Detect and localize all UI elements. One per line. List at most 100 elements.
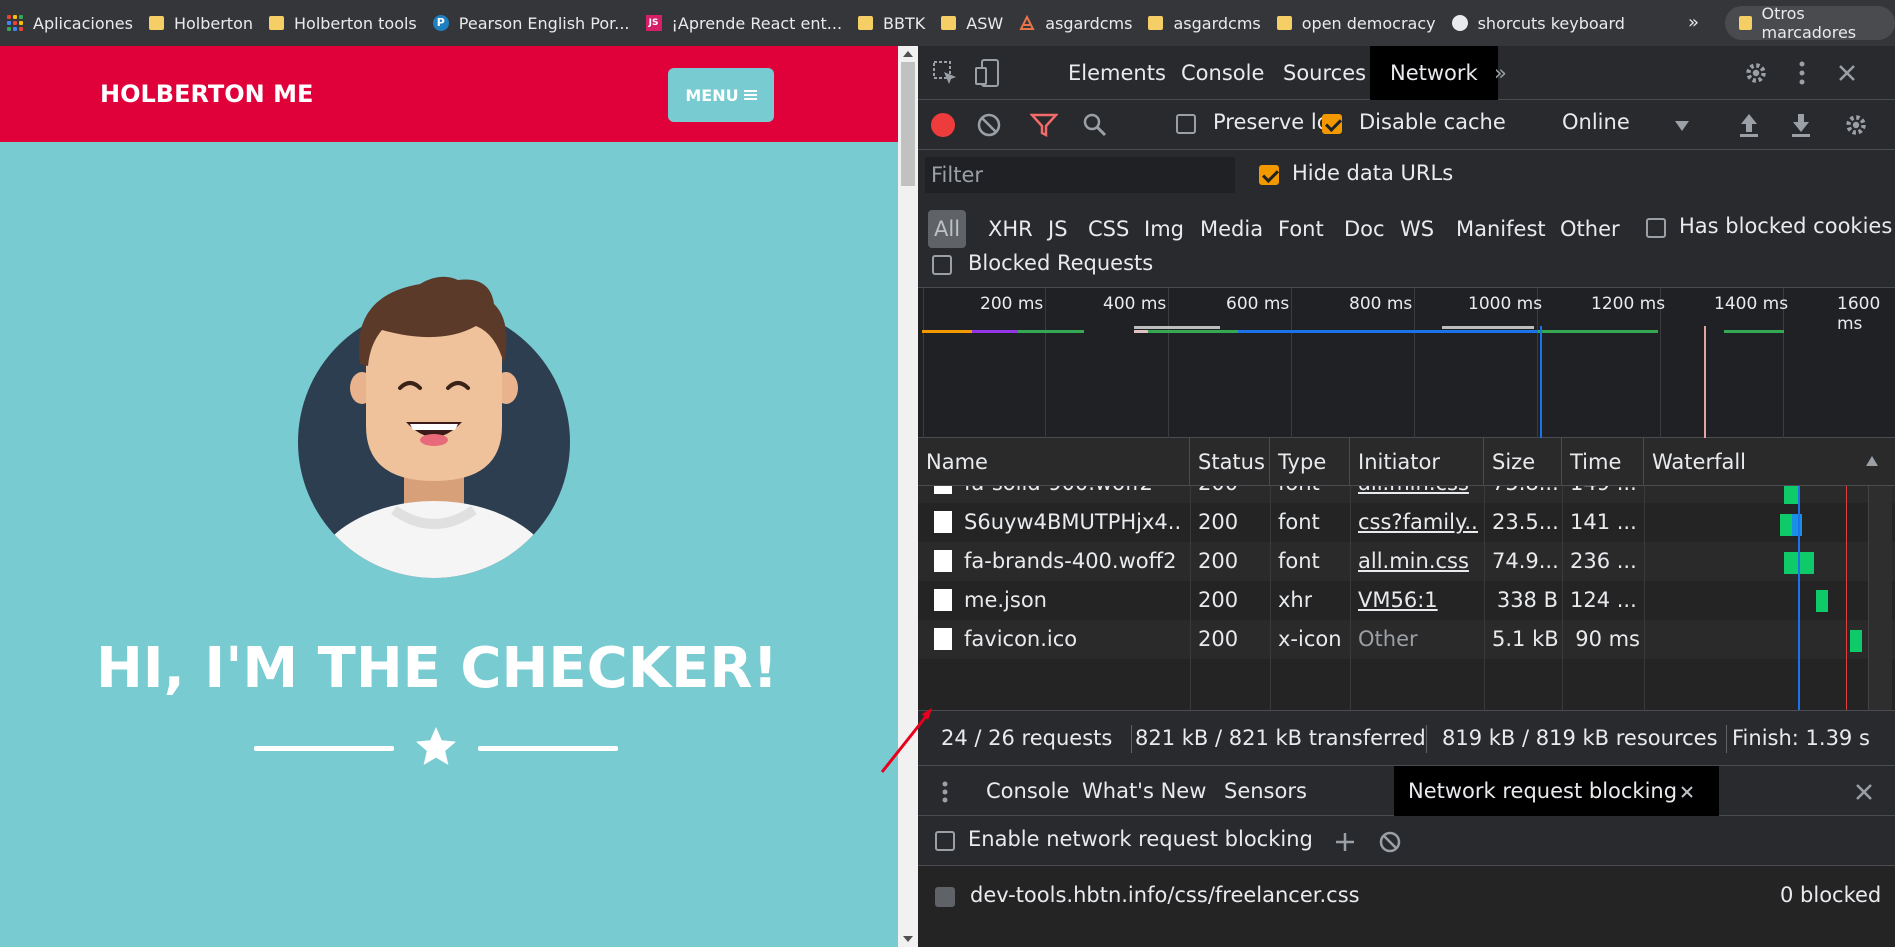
apps-grid-icon: [7, 15, 23, 31]
network-settings-icon[interactable]: [1843, 112, 1869, 138]
chevron-down-icon[interactable]: [1674, 120, 1690, 132]
close-devtools-icon[interactable]: [1837, 63, 1857, 83]
globe-icon: [1451, 15, 1468, 31]
close-drawer-icon[interactable]: [1855, 783, 1873, 801]
transferred-size: 821 kB / 821 kB transferred: [1135, 726, 1426, 750]
bookmark-apps[interactable]: Aplicaciones: [0, 0, 142, 46]
type-filter-all[interactable]: All: [928, 210, 967, 248]
bookmark-asgardcms-folder[interactable]: asgardcms: [1141, 0, 1269, 46]
type-filter-js[interactable]: JS: [1046, 210, 1070, 248]
type-filter-media[interactable]: Media: [1198, 210, 1265, 248]
column-header-initiator[interactable]: Initiator: [1350, 438, 1484, 486]
type-filter-xhr[interactable]: XHR: [986, 210, 1035, 248]
page-scrollbar[interactable]: [898, 46, 918, 947]
type-filter-font[interactable]: Font: [1276, 210, 1326, 248]
type-filter-other[interactable]: Other: [1558, 210, 1622, 248]
bookmark-open-democracy[interactable]: open democracy: [1270, 0, 1445, 46]
type-filter-manifest[interactable]: Manifest: [1454, 210, 1548, 248]
close-tab-icon[interactable]: [1680, 785, 1694, 799]
more-options-icon[interactable]: [1798, 60, 1806, 86]
remove-all-patterns-icon[interactable]: [1378, 830, 1402, 854]
pattern-enabled-checkbox[interactable]: [935, 887, 955, 907]
request-initiator-link[interactable]: all.min.css: [1358, 486, 1478, 503]
drawer-tab-whats-new[interactable]: What's New: [1068, 766, 1220, 816]
table-row[interactable]: favicon.ico 200 x-icon Other 5.1 kB 90 m…: [918, 620, 1895, 659]
drawer-tab-console[interactable]: Console: [972, 766, 1083, 816]
enable-blocking-checkbox[interactable]: [935, 831, 955, 851]
other-bookmarks-button[interactable]: Otros marcadores: [1725, 4, 1895, 42]
add-pattern-icon[interactable]: [1334, 831, 1356, 853]
bookmark-holberton[interactable]: Holberton: [142, 0, 262, 46]
bookmark-bbtk[interactable]: BBTK: [851, 0, 934, 46]
drawer-tab-sensors[interactable]: Sensors: [1210, 766, 1321, 816]
blocked-pattern-row[interactable]: dev-tools.hbtn.info/css/freelancer.css 0…: [918, 866, 1895, 926]
type-filter-doc[interactable]: Doc: [1342, 210, 1387, 248]
column-header-size[interactable]: Size: [1484, 438, 1562, 486]
request-size: 338 B: [1496, 588, 1558, 612]
js-icon: JS: [645, 15, 662, 31]
bookmark-shortcuts-keyboard[interactable]: shorcuts keyboard: [1445, 0, 1634, 46]
file-icon: [934, 550, 952, 572]
search-icon[interactable]: [1082, 112, 1108, 138]
clear-icon[interactable]: [976, 112, 1002, 138]
scroll-up-arrow-icon[interactable]: [903, 51, 913, 57]
settings-gear-icon[interactable]: [1743, 60, 1769, 86]
tab-sources[interactable]: Sources: [1263, 46, 1386, 100]
type-filter-ws[interactable]: WS: [1398, 210, 1436, 248]
bookmark-label: ASW: [966, 13, 1004, 33]
drawer-tab-network-request-blocking[interactable]: Network request blocking: [1394, 766, 1720, 816]
type-filter-css[interactable]: CSS: [1086, 210, 1131, 248]
drawer-menu-icon[interactable]: [941, 780, 949, 804]
table-row[interactable]: me.json 200 xhr VM56:1 338 B 124 ...: [918, 581, 1895, 620]
network-overview-timeline[interactable]: 200 ms 400 ms 600 ms 800 ms 1000 ms 1200…: [918, 288, 1895, 438]
column-header-type[interactable]: Type: [1270, 438, 1350, 486]
bookmark-asw[interactable]: ASW: [934, 0, 1012, 46]
table-row[interactable]: fa-solid-900.woff2 200 font all.min.css …: [918, 486, 1895, 503]
disable-cache-checkbox[interactable]: [1322, 114, 1342, 134]
record-icon[interactable]: [930, 112, 956, 138]
bookmark-asgardcms-link[interactable]: asgardcms: [1012, 0, 1141, 46]
request-initiator-link[interactable]: VM56:1: [1358, 581, 1478, 620]
blocked-requests-label: Blocked Requests: [968, 251, 1154, 275]
preserve-log-checkbox[interactable]: [1176, 114, 1196, 134]
request-status: 200: [1198, 588, 1239, 612]
site-brand[interactable]: HOLBERTON ME: [100, 80, 313, 108]
has-blocked-cookies-label: Has blocked cookies: [1679, 214, 1893, 238]
request-name: fa-brands-400.woff2: [964, 549, 1177, 573]
hide-data-urls-checkbox[interactable]: [1259, 165, 1279, 185]
table-row[interactable]: S6uyw4BMUTPHjx4... 200 font css?family..…: [918, 503, 1895, 542]
column-header-time[interactable]: Time: [1562, 438, 1644, 486]
sort-ascending-icon[interactable]: [1865, 455, 1879, 467]
hide-data-urls-label: Hide data URLs: [1292, 161, 1454, 185]
device-toolbar-icon[interactable]: [974, 58, 1000, 88]
has-blocked-cookies-checkbox[interactable]: [1646, 218, 1666, 238]
more-tabs-button[interactable]: »: [1474, 46, 1527, 100]
bookmark-pearson[interactable]: P Pearson English Por...: [426, 0, 639, 46]
filter-input[interactable]: Filter: [925, 157, 1235, 193]
bookmarks-overflow-button[interactable]: »: [1688, 12, 1699, 33]
request-time: 149 ...: [1570, 486, 1640, 503]
request-size: 5.1 kB: [1492, 627, 1558, 651]
throttling-select[interactable]: Online: [1562, 110, 1630, 134]
column-header-waterfall[interactable]: Waterfall: [1644, 438, 1895, 486]
table-scrollbar[interactable]: [1868, 486, 1892, 710]
menu-button[interactable]: MENU: [668, 68, 774, 122]
other-bookmarks-label: Otros marcadores: [1761, 4, 1857, 42]
blocked-requests-checkbox[interactable]: [932, 255, 952, 275]
filter-icon[interactable]: [1030, 112, 1058, 138]
type-filter-img[interactable]: Img: [1142, 210, 1186, 248]
scroll-thumb[interactable]: [901, 62, 915, 186]
folder-icon: [858, 16, 874, 30]
bookmark-aprende-react[interactable]: JS ¡Aprende React ent...: [639, 0, 852, 46]
bookmark-holberton-tools[interactable]: Holberton tools: [262, 0, 426, 46]
request-initiator-link[interactable]: css?family...: [1358, 503, 1478, 542]
import-har-icon[interactable]: [1738, 112, 1760, 138]
table-row[interactable]: fa-brands-400.woff2 200 font all.min.css…: [918, 542, 1895, 581]
column-header-name[interactable]: Name: [918, 438, 1190, 486]
export-har-icon[interactable]: [1790, 112, 1812, 138]
column-header-status[interactable]: Status: [1190, 438, 1270, 486]
scroll-down-arrow-icon[interactable]: [903, 936, 913, 942]
request-initiator-link[interactable]: all.min.css: [1358, 542, 1478, 581]
enable-blocking-label: Enable network request blocking: [968, 827, 1313, 851]
inspect-element-icon[interactable]: [932, 60, 958, 86]
